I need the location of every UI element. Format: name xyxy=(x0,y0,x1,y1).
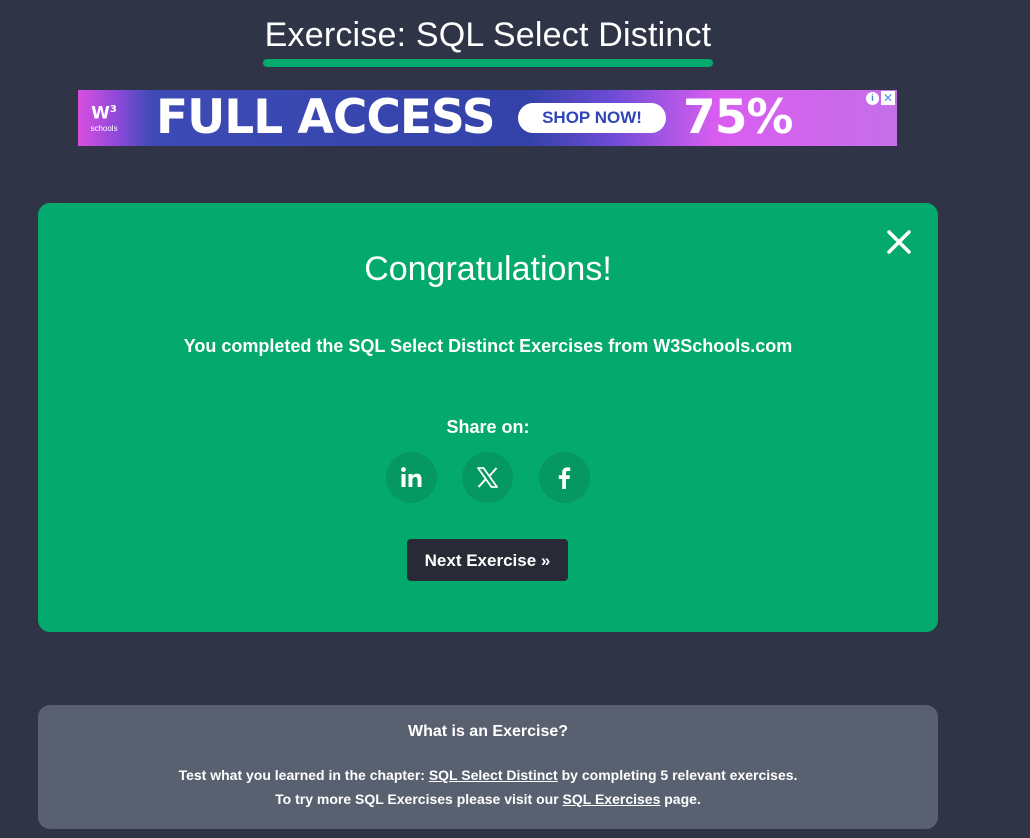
ad-discount: 75% OFF xyxy=(683,90,794,147)
share-buttons xyxy=(386,452,590,504)
info-line-chapter: Test what you learned in the chapter: SQ… xyxy=(38,765,938,785)
share-x-button[interactable] xyxy=(462,452,513,503)
share-label: Share on: xyxy=(446,417,530,437)
page: Exercise: SQL Select Distinct W3 schools… xyxy=(0,0,1030,838)
info-title: What is an Exercise? xyxy=(407,723,569,740)
next-exercise-button[interactable]: Next Exercise » xyxy=(407,539,568,581)
linkedin-icon xyxy=(401,467,422,487)
ad-headline: FULL ACCESS xyxy=(156,90,496,145)
ad-close-icon[interactable]: ✕ xyxy=(881,91,895,105)
congrats-panel: Congratulations! You completed the SQL S… xyxy=(38,203,938,632)
w3schools-logo: W3 schools xyxy=(82,96,126,140)
logo-text: W xyxy=(91,103,110,124)
ad-shop-now-button[interactable]: SHOP NOW! xyxy=(518,103,666,133)
info-line-more: To try more SQL Exercises please visit o… xyxy=(38,789,938,809)
chapter-link[interactable]: SQL Select Distinct xyxy=(429,767,558,783)
share-linkedin-button[interactable] xyxy=(386,452,437,503)
info-panel: What is an Exercise? Test what you learn… xyxy=(38,705,938,829)
info-line2-prefix: To try more SQL Exercises please visit o… xyxy=(275,791,563,807)
logo-subtext: schools xyxy=(90,123,118,133)
x-icon xyxy=(477,467,498,488)
page-title: Exercise: SQL Select Distinct xyxy=(264,16,712,54)
congrats-title: Congratulations! xyxy=(364,250,612,288)
logo-sup: 3 xyxy=(109,104,117,115)
sql-exercises-link[interactable]: SQL Exercises xyxy=(563,791,661,807)
congrats-message: You completed the SQL Select Distinct Ex… xyxy=(183,336,793,356)
info-line1-suffix: by completing 5 relevant exercises. xyxy=(557,767,798,783)
ad-info-icon[interactable]: i xyxy=(866,92,879,105)
info-line2-suffix: page. xyxy=(660,791,701,807)
title-underline xyxy=(263,59,713,67)
share-facebook-button[interactable] xyxy=(539,452,590,503)
facebook-icon xyxy=(558,467,571,489)
ad-banner[interactable]: W3 schools FULL ACCESS SHOP NOW! 75% OFF… xyxy=(78,90,897,146)
info-line1-prefix: Test what you learned in the chapter: xyxy=(178,767,429,783)
title-block: Exercise: SQL Select Distinct xyxy=(263,14,713,67)
